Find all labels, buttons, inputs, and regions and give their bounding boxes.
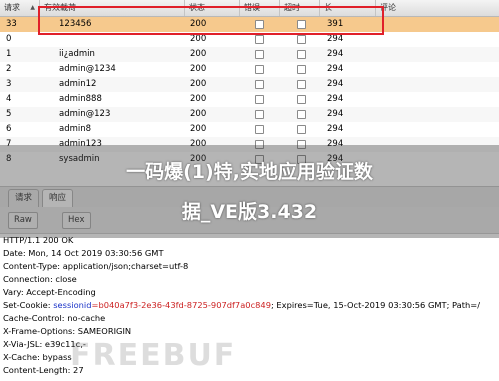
- column-header-error[interactable]: 错误: [240, 0, 280, 16]
- table-row[interactable]: 4 admin888 200 294: [0, 92, 499, 107]
- timeout-checkbox: [297, 95, 306, 104]
- length-cell: 294: [327, 34, 344, 44]
- payload-cell: admin8: [59, 124, 92, 134]
- banner-text-line-1: 一码爆(1)特,实地应用验证数: [126, 161, 373, 183]
- response-header-line: Connection: close: [3, 274, 77, 284]
- column-label: 超时: [284, 3, 300, 12]
- column-label: 状态: [189, 3, 205, 12]
- length-cell: 294: [327, 49, 344, 59]
- request-number: 4: [6, 94, 12, 104]
- error-checkbox: [255, 50, 264, 59]
- request-number: 6: [6, 124, 12, 134]
- length-cell: 391: [327, 19, 344, 29]
- sort-arrow-icon: ▲: [30, 4, 35, 11]
- column-header-length[interactable]: 长: [320, 0, 376, 16]
- payload-cell: ii¿admin: [59, 49, 95, 59]
- column-header-request[interactable]: 请求 ▲: [0, 0, 40, 16]
- status-cell: 200: [190, 49, 207, 59]
- error-checkbox: [255, 35, 264, 44]
- response-header-line: Vary: Accept-Encoding: [3, 287, 96, 297]
- watermark: FREEBUF: [70, 338, 237, 373]
- response-header-line: Date: Mon, 14 Oct 2019 03:30:56 GMT: [3, 248, 164, 258]
- response-header-line: X-Cache: bypass: [3, 352, 72, 362]
- request-number: 1: [6, 49, 12, 59]
- request-number: 33: [6, 19, 17, 29]
- table-row[interactable]: 0 200 294: [0, 32, 499, 47]
- length-cell: 294: [327, 64, 344, 74]
- payload-cell: admin@1234: [59, 64, 116, 74]
- table-row[interactable]: 1 ii¿admin 200 294: [0, 47, 499, 62]
- response-header-line: X-Frame-Options: SAMEORIGIN: [3, 326, 132, 336]
- column-label: 评论: [380, 3, 396, 12]
- request-number: 5: [6, 109, 12, 119]
- timeout-checkbox: [297, 20, 306, 29]
- request-number: 3: [6, 79, 12, 89]
- results-table-header: 请求 ▲ 有效载荷 状态 错误 超时 长 评论: [0, 0, 499, 17]
- column-label: 错误: [244, 3, 260, 12]
- error-checkbox: [255, 110, 264, 119]
- response-header-line: Cache-Control: no-cache: [3, 313, 106, 323]
- request-number: 2: [6, 64, 12, 74]
- set-cookie-line: Set-Cookie: sessionid=b040a7f3-2e36-43fd…: [3, 299, 480, 311]
- status-cell: 200: [190, 79, 207, 89]
- timeout-checkbox: [297, 35, 306, 44]
- status-cell: 200: [190, 94, 207, 104]
- column-header-status[interactable]: 状态: [185, 0, 240, 16]
- status-cell: 200: [190, 109, 207, 119]
- status-cell: 200: [190, 34, 207, 44]
- column-label: 长: [324, 3, 332, 12]
- error-checkbox: [255, 125, 264, 134]
- timeout-checkbox: [297, 125, 306, 134]
- payload-cell: admin12: [59, 79, 97, 89]
- table-row[interactable]: 6 admin8 200 294: [0, 122, 499, 137]
- cookie-value: =b040a7f3-2e36-43fd-8725-907df7a0c849: [91, 300, 271, 310]
- column-header-payload[interactable]: 有效载荷: [40, 0, 185, 16]
- column-label: 请求: [4, 3, 20, 12]
- payload-cell: 123456: [59, 19, 92, 29]
- error-checkbox: [255, 80, 264, 89]
- timeout-checkbox: [297, 65, 306, 74]
- length-cell: 294: [327, 109, 344, 119]
- timeout-checkbox: [297, 110, 306, 119]
- request-number: 0: [6, 34, 12, 44]
- column-header-timeout[interactable]: 超时: [280, 0, 320, 16]
- table-row[interactable]: 33 123456 200 391: [0, 17, 499, 32]
- table-row[interactable]: 5 admin@123 200 294: [0, 107, 499, 122]
- payload-cell: admin@123: [59, 109, 111, 119]
- cookie-attributes: ; Expires=Tue, 15-Oct-2019 03:30:56 GMT;…: [270, 300, 481, 310]
- length-cell: 294: [327, 94, 344, 104]
- column-label: 有效载荷: [44, 3, 76, 12]
- timeout-checkbox: [297, 80, 306, 89]
- table-row[interactable]: 3 admin12 200 294: [0, 77, 499, 92]
- cookie-prefix: Set-Cookie:: [3, 300, 54, 310]
- overlay-banner: 一码爆(1)特,实地应用验证数 据_VE版3.432: [0, 145, 499, 238]
- error-checkbox: [255, 65, 264, 74]
- error-checkbox: [255, 95, 264, 104]
- banner-text-line-2: 据_VE版3.432: [181, 201, 318, 223]
- status-cell: 200: [190, 124, 207, 134]
- status-cell: 200: [190, 64, 207, 74]
- table-row[interactable]: 2 admin@1234 200 294: [0, 62, 499, 77]
- status-cell: 200: [190, 19, 207, 29]
- response-header-line: Content-Type: application/json;charset=u…: [3, 261, 189, 271]
- error-checkbox: [255, 20, 264, 29]
- column-header-comment[interactable]: 评论: [376, 0, 499, 16]
- length-cell: 294: [327, 79, 344, 89]
- cookie-name: sessionid: [53, 300, 92, 310]
- payload-cell: admin888: [59, 94, 102, 104]
- timeout-checkbox: [297, 50, 306, 59]
- length-cell: 294: [327, 124, 344, 134]
